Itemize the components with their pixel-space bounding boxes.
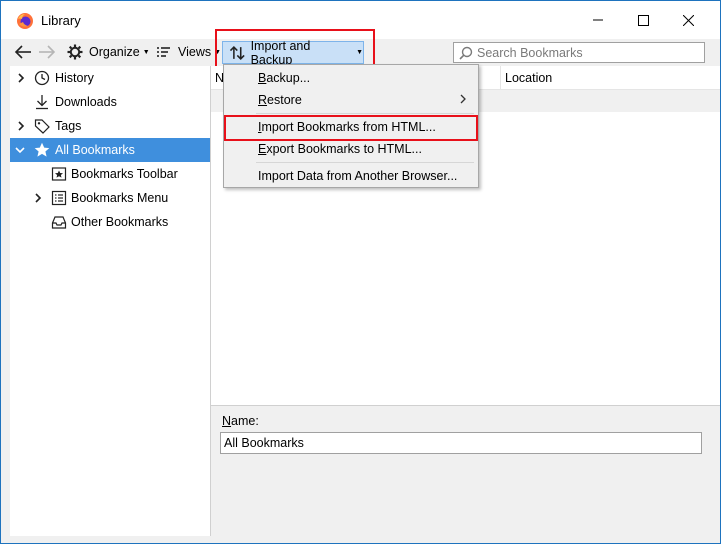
minimize-icon (593, 19, 603, 21)
name-label: Name: (222, 414, 259, 428)
sidebar-item-other-bookmarks[interactable]: Other Bookmarks (10, 210, 210, 234)
bookmarks-toolbar-icon (51, 167, 67, 181)
chevron-right-icon (35, 193, 42, 203)
sidebar-item-tags[interactable]: Tags (10, 114, 210, 138)
search-placeholder: Search Bookmarks (477, 45, 583, 60)
menu-item-label: Backup... (258, 71, 311, 85)
star-icon (34, 142, 50, 157)
clock-icon (34, 70, 50, 86)
arrow-right-icon (39, 45, 56, 59)
menu-item-backup[interactable]: Backup... (224, 67, 478, 89)
menu-item-label: Import Data from Another Browser... (258, 169, 458, 183)
menu-item-label: Restore (258, 93, 302, 107)
sidebar-item-all-bookmarks[interactable]: All Bookmarks (10, 138, 210, 162)
column-separator[interactable] (500, 66, 501, 90)
menu-item-export-bookmarks-html[interactable]: Export Bookmarks to HTML... (224, 138, 478, 160)
chevron-down-icon (15, 147, 25, 154)
sidebar-tree: History Downloads Tags All Bookmarks Boo… (10, 66, 211, 536)
sidebar-item-history[interactable]: History (10, 66, 210, 90)
organize-label: Organize (89, 45, 140, 59)
search-icon (459, 46, 473, 60)
chevron-right-icon (18, 121, 25, 131)
bookmarks-menu-icon (51, 190, 67, 206)
sidebar-item-label: Tags (55, 119, 82, 133)
details-pane: Name: All Bookmarks (211, 405, 720, 536)
gear-icon (67, 44, 83, 60)
import-html-highlight-box (224, 115, 478, 141)
back-button[interactable] (13, 39, 33, 65)
download-icon (36, 95, 48, 110)
tray-icon (51, 216, 67, 229)
menu-item-label: Export Bookmarks to HTML... (258, 142, 422, 156)
library-window: Library Organize ▼ Views ▼ Import and Ba… (0, 0, 721, 544)
menu-separator (256, 162, 474, 163)
chevron-down-icon: ▼ (142, 48, 150, 56)
views-button[interactable]: Views ▼ (156, 39, 221, 65)
search-input[interactable]: Search Bookmarks (453, 42, 705, 63)
maximize-icon (637, 14, 649, 26)
sidebar-item-downloads[interactable]: Downloads (10, 90, 210, 114)
sidebar-item-label: All Bookmarks (55, 143, 135, 157)
menu-separator (256, 113, 474, 114)
sidebar-item-label: Bookmarks Menu (71, 191, 169, 205)
name-field[interactable]: All Bookmarks (220, 432, 702, 454)
sidebar-item-label: Downloads (55, 95, 117, 109)
tag-icon (34, 119, 50, 134)
close-icon (682, 14, 694, 26)
maximize-button[interactable] (620, 1, 666, 39)
arrow-left-icon (14, 45, 31, 59)
menu-item-import-from-browser[interactable]: Import Data from Another Browser... (224, 165, 478, 187)
sidebar-item-bookmarks-toolbar[interactable]: Bookmarks Toolbar (10, 162, 210, 186)
sidebar-item-bookmarks-menu[interactable]: Bookmarks Menu (10, 186, 210, 210)
minimize-button[interactable] (575, 1, 621, 39)
chevron-right-icon (18, 73, 25, 83)
list-icon (157, 47, 170, 57)
organize-button[interactable]: Organize ▼ (67, 39, 150, 65)
name-field-value: All Bookmarks (224, 436, 304, 450)
close-button[interactable] (665, 1, 711, 39)
sidebar-item-label: Other Bookmarks (71, 215, 169, 229)
views-label: Views (178, 45, 212, 59)
sidebar-item-label: History (55, 71, 94, 85)
firefox-icon (17, 13, 33, 29)
sidebar-item-label: Bookmarks Toolbar (71, 167, 178, 181)
window-title: Library (41, 13, 81, 28)
menu-item-restore[interactable]: Restore (224, 89, 478, 111)
forward-button[interactable] (37, 39, 57, 65)
column-header-location[interactable]: Location (505, 71, 552, 85)
submenu-arrow-icon (460, 94, 466, 104)
